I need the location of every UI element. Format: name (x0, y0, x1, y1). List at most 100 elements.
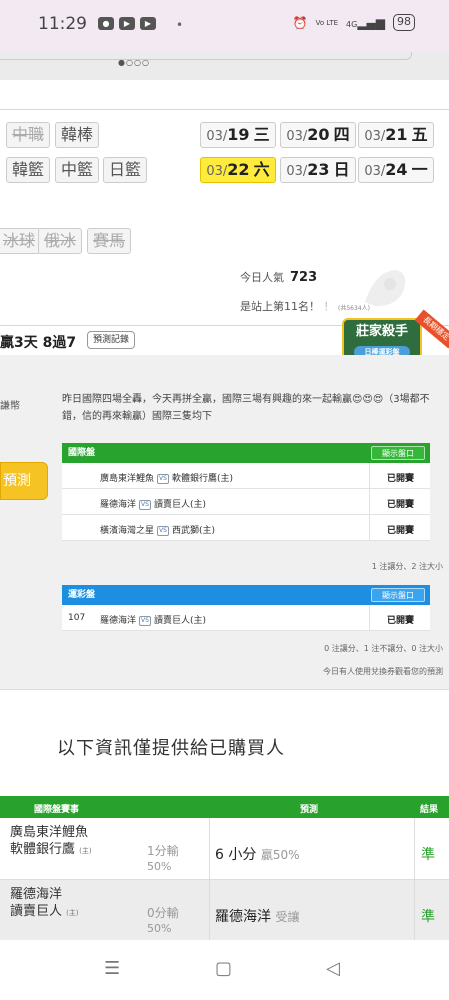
date-day: 23 (307, 160, 330, 179)
match-teams: 羅德海洋 VS 讀賣巨人(主) (100, 497, 206, 510)
predict-button[interactable]: 預測 (0, 462, 48, 500)
tag-bleague[interactable]: 日籃 (103, 157, 148, 183)
date-weekday: 六 (253, 160, 270, 179)
home-icon[interactable]: ▢ (215, 958, 232, 979)
volte-indicator: Vo LTE (315, 18, 339, 27)
header-prediction: 預測 (300, 805, 319, 815)
date-0320[interactable]: 03/20 四 (280, 122, 356, 148)
column-divider (414, 880, 415, 942)
site-rank: 是站上第11名！ ！ (共5634人) (240, 298, 370, 314)
intl-header: 國際盤 顯示盤口 (62, 443, 430, 463)
signal-icon: 4G▂▄▆ (346, 15, 385, 30)
status-right: ⏰ Vo LTE 4G▂▄▆ 98 (293, 14, 415, 31)
toolbar-edge (0, 52, 412, 60)
match-teams: 廣島東洋鯉魚 軟體銀行鷹 (主) (10, 824, 92, 860)
match-status: 已開賽 (386, 500, 414, 510)
visitor-number: 723 (290, 270, 318, 285)
tag-kbl[interactable]: 韓籃 (6, 157, 51, 183)
table-row[interactable]: 羅德海洋 VS 讀賣巨人(主) 已開賽 (62, 489, 430, 515)
tag-hockey[interactable]: 冰球 (0, 228, 42, 254)
date-md: 03/ (364, 164, 386, 179)
intl-show-odds-button[interactable]: 顯示盤口 (371, 446, 425, 460)
youtube-icon: ▶ (119, 17, 135, 30)
table-row[interactable]: 廣島東洋鯉魚 VS 軟體銀行鷹(主) 已開賽 (62, 463, 430, 489)
row-divider (369, 605, 370, 631)
back-icon[interactable]: ◁ (326, 958, 340, 979)
prediction-record-button[interactable]: 預測記錄 (87, 331, 136, 349)
team-home: 橫濱海灣之星 (100, 526, 155, 536)
visitor-count: 今日人氣 723 (240, 269, 317, 285)
match-teams: 廣島東洋鯉魚 VS 軟體銀行鷹(主) (100, 471, 233, 484)
menu-icon[interactable]: ☰ (104, 958, 120, 979)
date-0322[interactable]: 03/22 六 (200, 157, 276, 183)
date-0319[interactable]: 03/19 三 (200, 122, 276, 148)
lottery-table: 運彩盤 顯示盤口 107 羅德海洋 VS 讀賣巨人(主) 已開賽 (62, 585, 430, 631)
handicap: 0分輸 (147, 906, 179, 920)
result-badge: 準 (421, 909, 435, 925)
lottery-header-label: 運彩盤 (68, 590, 96, 600)
match-status: 已開賽 (386, 526, 414, 536)
tag-kbo[interactable]: 韓棒 (55, 122, 100, 148)
lottery-summary: 0 注讓分、1 注不讓分、0 注大小 (324, 644, 443, 653)
team-home: 羅德海洋 (100, 500, 137, 510)
date-md: 03/ (364, 129, 386, 144)
page-indicator[interactable]: ●○○○ (118, 59, 149, 67)
purchaser-info-title: 以下資訊僅提供給已購買人 (57, 738, 285, 759)
rank-text: 是站上第11名！ (240, 300, 320, 313)
voucher-notice: 今日有人使用兌換券觀看您的預測 (323, 667, 443, 676)
table-header: 國際盤賽事 預測 結果 (0, 796, 449, 818)
table-row[interactable]: 107 羅德海洋 VS 讀賣巨人(主) 已開賽 (62, 605, 430, 631)
match-status: 已開賽 (386, 474, 414, 484)
lottery-header: 運彩盤 顯示盤口 (62, 585, 430, 605)
date-day: 20 (307, 125, 330, 144)
team-home: 羅德海洋 (100, 616, 137, 626)
match-teams: 羅德海洋 VS 讀賣巨人(主) (100, 613, 206, 626)
coin-label: 謙幣 (0, 401, 20, 412)
date-0323[interactable]: 03/23 日 (280, 157, 356, 183)
date-md: 03/ (206, 164, 228, 179)
row-divider (369, 489, 370, 515)
team-away: 軟體銀行鷹(主) (171, 474, 233, 484)
alarm-icon: ⏰ (292, 15, 308, 30)
status-bar: 11:29 ● ▶ ▶ • ⏰ Vo LTE 4G▂▄▆ 98 (0, 0, 449, 52)
status-dot: • (176, 18, 184, 32)
visitor-label: 今日人氣 (240, 271, 284, 284)
battery-icon: 98 (393, 14, 415, 31)
date-0321[interactable]: 03/21 五 (358, 122, 434, 148)
date-md: 03/ (206, 129, 228, 144)
tag-khl[interactable]: 俄冰 (38, 228, 83, 254)
decoration-icon (365, 270, 406, 307)
column-divider (209, 818, 210, 880)
prediction-pick: 羅德海洋 (215, 909, 271, 925)
tag-horse[interactable]: 賽馬 (87, 228, 132, 254)
team-home: 讀賣巨人 (10, 904, 63, 919)
vs-icon: VS (157, 525, 169, 536)
home-mark: (主) (79, 847, 92, 855)
date-weekday: 五 (411, 125, 428, 144)
table-row[interactable]: 橫濱海灣之星 VS 西武獅(主) 已開賽 (62, 515, 430, 541)
header-match: 國際盤賽事 (34, 805, 80, 815)
team-away: 西武獅(主) (171, 526, 215, 536)
header-spacer (0, 80, 449, 110)
status-time: 11:29 (38, 14, 87, 34)
handicap-percent: 50% (147, 922, 172, 935)
date-weekday: 四 (333, 125, 350, 144)
column-divider (414, 818, 415, 880)
badge-title: 莊家殺手 (355, 324, 408, 339)
vs-icon: VS (139, 615, 151, 626)
row-divider (369, 515, 370, 541)
system-nav-bar: ☰ ▢ ◁ (0, 940, 449, 1000)
lottery-show-odds-button[interactable]: 顯示盤口 (371, 588, 425, 602)
team-away: 羅德海洋 (10, 887, 63, 902)
row-divider (369, 463, 370, 489)
date-0324[interactable]: 03/24 一 (358, 157, 434, 183)
tag-sbl[interactable]: 中籃 (55, 157, 100, 183)
handicap: 1分輸 (147, 844, 179, 858)
date-weekday: 一 (411, 160, 428, 179)
team-away: 廣島東洋鯉魚 (10, 825, 89, 840)
team-home: 軟體銀行鷹 (10, 842, 76, 857)
tag-cpbl[interactable]: 中職 (6, 122, 51, 148)
result-badge: 準 (421, 847, 435, 863)
youtube-icon: ▶ (140, 17, 156, 30)
dealer-killer-badge: 莊家殺手 日棒運彩盤 (342, 318, 422, 360)
